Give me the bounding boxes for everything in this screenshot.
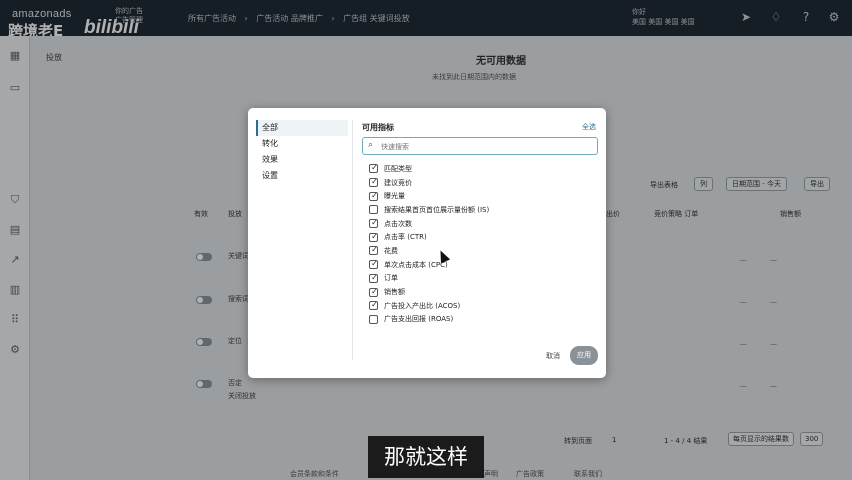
apply-button[interactable]: 应用 (570, 346, 598, 365)
metric-checkbox[interactable] (369, 177, 379, 188)
category-conversion[interactable]: 转化 (256, 136, 348, 152)
metric-label: 花费 (384, 246, 398, 255)
metric-label: 订单 (384, 274, 398, 283)
metric-option[interactable]: 曝光量 (369, 189, 489, 203)
metric-option[interactable]: 单次点击成本 (CPC) (369, 258, 489, 272)
available-metrics-heading: 可用指标 (362, 123, 394, 132)
metric-checkbox[interactable] (369, 314, 378, 324)
category-performance[interactable]: 效果 (256, 152, 348, 168)
metric-checkbox[interactable] (369, 232, 379, 242)
metric-option[interactable]: 点击率 (CTR) (369, 230, 489, 244)
metric-label: 建议竞价 (384, 178, 412, 187)
metric-checkbox[interactable] (369, 300, 379, 311)
video-subtitle: 那就这样 (368, 436, 484, 478)
metric-checkbox[interactable] (369, 287, 379, 297)
customize-columns-dialog: 全部 转化 效果 设置 可用指标 全选 ⌕ 匹配类型建议竞价曝光量搜索结果首页首… (248, 108, 606, 378)
metric-checkbox[interactable] (369, 245, 379, 256)
metric-checkbox[interactable] (369, 163, 379, 174)
metric-search-box[interactable]: ⌕ (362, 137, 598, 155)
metric-label: 点击率 (CTR) (384, 233, 427, 242)
metric-checkbox[interactable] (369, 273, 379, 283)
category-all[interactable]: 全部 (256, 120, 348, 136)
metric-checkbox[interactable] (369, 259, 379, 270)
metric-option[interactable]: 广告投入产出比 (ACOS) (369, 299, 489, 313)
metric-label: 匹配类型 (384, 164, 412, 173)
select-all-link[interactable]: 全选 (582, 122, 596, 132)
metric-option[interactable]: 搜索结果首页首位展示量份额 (IS) (369, 203, 489, 217)
metric-checkbox[interactable] (369, 218, 379, 229)
metric-option[interactable]: 点击次数 (369, 217, 489, 231)
metric-checkbox[interactable] (369, 191, 379, 201)
metric-option[interactable]: 匹配类型 (369, 162, 489, 176)
metric-label: 广告投入产出比 (ACOS) (384, 301, 461, 310)
category-settings[interactable]: 设置 (256, 168, 348, 184)
metric-option[interactable]: 广告支出回报 (ROAS) (369, 313, 489, 327)
metric-label: 点击次数 (384, 219, 412, 228)
metric-label: 单次点击成本 (CPC) (384, 260, 448, 269)
search-icon: ⌕ (368, 140, 374, 150)
metric-option[interactable]: 建议竞价 (369, 176, 489, 190)
divider (352, 120, 353, 360)
metric-checkbox[interactable] (369, 205, 378, 215)
metric-label: 广告支出回报 (ROAS) (384, 315, 454, 324)
metric-option[interactable]: 订单 (369, 272, 489, 286)
metric-search-input[interactable] (381, 141, 591, 152)
metric-label: 搜索结果首页首位展示量份额 (IS) (384, 205, 490, 214)
metric-option[interactable]: 销售额 (369, 285, 489, 299)
metric-label: 曝光量 (384, 192, 405, 201)
metric-label: 销售额 (384, 288, 405, 297)
metric-category-nav: 全部 转化 效果 设置 (256, 120, 348, 184)
metric-checkbox-list: 匹配类型建议竞价曝光量搜索结果首页首位展示量份额 (IS) 点击次数点击率 (CT… (369, 162, 489, 326)
cancel-button[interactable]: 取消 (546, 351, 560, 361)
metric-option[interactable]: 花费 (369, 244, 489, 258)
